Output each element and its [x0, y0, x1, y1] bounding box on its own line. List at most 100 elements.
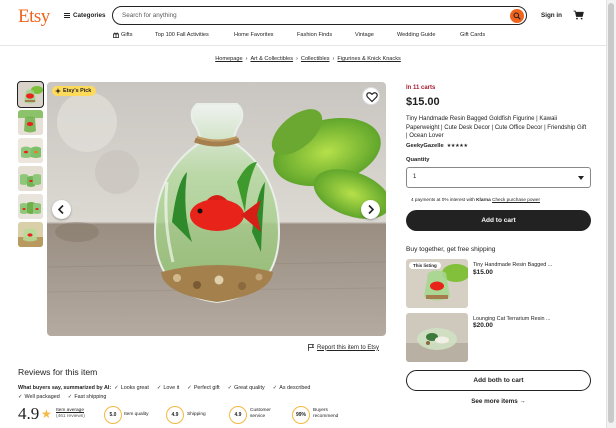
klarna-info: 4 payments at 0% interest with Klarna Ch… [411, 197, 540, 202]
highlight-chip: ✓ Great quality [228, 385, 265, 391]
highlight-label: Looks great [120, 385, 149, 391]
sign-in-link[interactable]: Sign in [541, 12, 562, 19]
highlight-label: Fast shipping [74, 394, 107, 400]
search-button[interactable] [510, 8, 524, 23]
next-image-button[interactable] [361, 200, 380, 219]
etsy-logo[interactable]: Etsy [18, 6, 50, 28]
metric-label: Shipping [187, 412, 206, 417]
flag-icon [308, 344, 314, 351]
scrollbar-thumb[interactable] [608, 3, 614, 423]
bundle-item-image[interactable] [406, 313, 468, 362]
nav-gift-cards[interactable]: Gift Cards [460, 32, 485, 38]
check-icon: ✓ [227, 385, 233, 391]
quantity-select[interactable]: 1 [406, 167, 591, 188]
heart-icon [366, 92, 378, 103]
chevron-right-icon [368, 204, 375, 215]
breadcrumb-collectibles[interactable]: Collectibles [301, 56, 330, 62]
search-bar[interactable]: Search for anything [112, 6, 527, 25]
metric-circle: 99% [292, 406, 310, 424]
bundle-item-price: $15.00 [473, 269, 493, 276]
cart-icon[interactable] [573, 10, 584, 22]
highlight-chip: ✓ As described [273, 385, 311, 391]
gift-icon [113, 32, 119, 38]
report-link-label: Report this item to Etsy [317, 344, 380, 351]
nav-vintage[interactable]: Vintage [355, 32, 374, 38]
highlight-label: Perfect gift [193, 385, 220, 391]
nav-divider [0, 45, 616, 46]
highlight-label: Great quality [234, 385, 265, 391]
bundle-title: Buy together, get free shipping [406, 246, 496, 253]
categories-button[interactable]: Categories [64, 12, 106, 19]
breadcrumb-separator: › [332, 56, 335, 62]
gallery-thumbnail[interactable] [18, 194, 43, 219]
breadcrumb: Homepage › Art & Collectibles › Collectibles… [0, 56, 616, 62]
review-highlights-row-2: ✓ Well packaged ✓ Fast shipping [18, 394, 114, 400]
quantity-label: Quantity [406, 157, 430, 163]
highlight-label: Well packaged [24, 394, 60, 400]
klarna-text: 4 payments at 0% interest with [411, 197, 475, 202]
review-count: (461 reviews) [56, 413, 85, 419]
highlight-chip: ✓ Perfect gift [187, 385, 219, 391]
highlight-chip: ✓ Well packaged [18, 394, 60, 400]
check-icon: ✓ [187, 385, 192, 391]
nav-fashion-finds[interactable]: Fashion Finds [297, 32, 332, 38]
gallery-thumbnail[interactable] [18, 138, 43, 163]
highlight-label: As described [279, 385, 311, 391]
menu-icon [64, 13, 70, 18]
bundle-item-name[interactable]: Tiny Handmade Resin Bagged ... [473, 262, 561, 268]
listing-main-image[interactable] [47, 82, 386, 336]
nav-gifts[interactable]: Gifts [113, 32, 133, 38]
check-icon: ✓ [272, 385, 278, 391]
previous-image-button[interactable] [52, 200, 71, 219]
shop-name-link[interactable]: GeekyGazelle [406, 143, 444, 149]
listing-title: Tiny Handmade Resin Bagged Goldfish Figu… [406, 116, 587, 139]
klarna-brand: Klarna [476, 197, 491, 202]
nav-top-100-fall[interactable]: Top 100 Fall Activities [155, 32, 209, 38]
breadcrumb-figurines[interactable]: Figurines & Knick Knacks [337, 56, 400, 62]
etsys-pick-badge: Etsy's Pick [52, 86, 97, 96]
nav-home-favorites[interactable]: Home Favorites [234, 32, 273, 38]
klarna-link[interactable]: Check purchase power [492, 197, 540, 202]
gallery-thumbnail[interactable] [18, 166, 43, 191]
add-to-cart-button[interactable]: Add to cart [406, 210, 591, 231]
metric-circle: 4.9 [229, 406, 247, 424]
breadcrumb-art-collectibles[interactable]: Art & Collectibles [250, 56, 293, 62]
check-icon: ✓ [156, 385, 162, 391]
add-both-to-cart-button[interactable]: Add both to cart [406, 370, 591, 391]
highlight-chip: ✓ Looks great [114, 385, 149, 391]
bundle-item-image[interactable]: This listing [406, 259, 468, 308]
breadcrumb-separator: › [245, 56, 248, 62]
search-icon [513, 12, 521, 20]
bundle-item-price: $20.00 [473, 322, 493, 329]
item-average-label[interactable]: Item average [56, 408, 85, 414]
metric-label: Item quality [124, 412, 149, 417]
overall-rating: 4.9 [18, 404, 40, 423]
see-more-items-link[interactable]: See more items → [406, 398, 591, 405]
review-highlights: What buyers say, summarized by AI: ✓ Look… [18, 385, 318, 391]
see-more-label: See more items [471, 398, 518, 405]
caret-down-icon [578, 176, 584, 180]
categories-label: Categories [73, 12, 106, 19]
gallery-thumbnail[interactable] [18, 110, 43, 135]
metric-label: Buyers recommend [313, 408, 339, 419]
breadcrumb-homepage[interactable]: Homepage [215, 56, 242, 62]
nav-label: Gifts [121, 32, 133, 38]
gallery-thumbnail[interactable] [18, 222, 43, 247]
listing-price: $15.00 [406, 96, 440, 108]
report-item-link[interactable]: Report this item to Etsy [308, 344, 379, 351]
shop-rating-stars: ★★★★★ [446, 143, 468, 149]
sparkle-icon [55, 88, 61, 94]
gallery-thumbnail[interactable] [17, 81, 44, 108]
favorite-button[interactable] [362, 87, 380, 105]
metric-circle: 4.9 [166, 406, 184, 424]
chevron-left-icon [57, 204, 64, 215]
check-icon: ✓ [114, 385, 119, 391]
shop-info: GeekyGazelle ★★★★★ [406, 143, 468, 149]
search-input[interactable]: Search for anything [122, 12, 177, 19]
breadcrumb-separator: › [296, 56, 298, 62]
review-summary-label: What buyers say, summarized by AI: [18, 385, 112, 391]
nav-wedding-guide[interactable]: Wedding Guide [397, 32, 435, 38]
star-icon: ★ [41, 407, 52, 421]
goldfish-bag-photo [47, 82, 386, 336]
arrow-right-icon: → [519, 398, 526, 405]
